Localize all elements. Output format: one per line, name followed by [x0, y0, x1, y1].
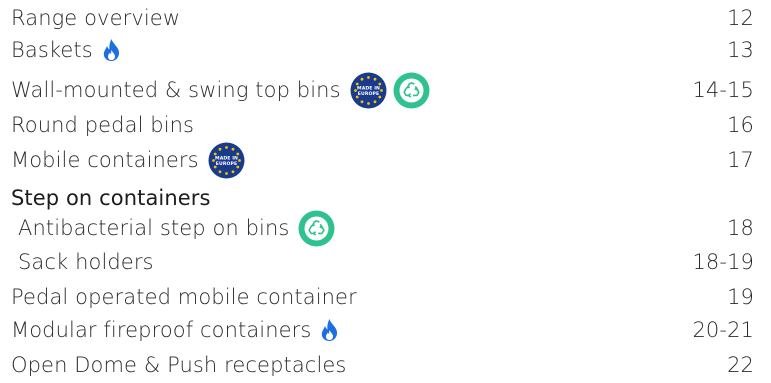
toc-title-text: Mobile containers	[11, 148, 199, 172]
toc-title: Wall-mounted & swing top bins MADE IN EU…	[0, 72, 430, 109]
toc-row-wall-mounted-swing-top[interactable]: Wall-mounted & swing top bins MADE IN EU…	[0, 72, 771, 109]
toc-title: Round pedal bins	[0, 113, 194, 137]
toc-title: Range overview	[0, 6, 180, 30]
flame-icon	[320, 318, 339, 342]
toc-row-open-dome-push-receptacles[interactable]: Open Dome & Push receptacles 22	[0, 349, 771, 381]
toc-title: Open Dome & Push receptacles	[0, 353, 346, 377]
toc-page-number: 13	[727, 38, 754, 62]
toc-title: Mobile containers MADE IN EUROPE	[0, 142, 245, 179]
toc-title: Step on containers	[0, 186, 211, 210]
toc-row-baskets[interactable]: Baskets 13	[0, 34, 771, 66]
toc-page-number: 22	[727, 353, 754, 377]
toc-title-text: Sack holders	[18, 250, 154, 274]
svg-text:MADE IN: MADE IN	[357, 85, 380, 91]
toc-page-number: 12	[727, 6, 754, 30]
svg-text:EUROPE: EUROPE	[216, 161, 237, 167]
recycle-icon	[393, 72, 430, 109]
toc-row-range-overview[interactable]: Range overview 12	[0, 2, 771, 34]
toc-row-mobile-containers[interactable]: Mobile containers MADE IN EUROPE 17	[0, 142, 771, 179]
table-of-contents: Range overview 12 Baskets 13 Wall-mounte…	[0, 0, 771, 383]
made-in-europe-icon: MADE IN EUROPE	[208, 142, 245, 179]
toc-title-text: Antibacterial step on bins	[18, 216, 290, 240]
flame-icon	[102, 38, 121, 62]
toc-page-number: 18-19	[692, 250, 754, 274]
toc-title: Antibacterial step on bins	[0, 210, 335, 247]
toc-page-number: 19	[727, 285, 754, 309]
toc-page-number: 17	[727, 148, 754, 172]
made-in-europe-icon: MADE IN EUROPE	[350, 72, 387, 109]
toc-title: Pedal operated mobile container	[0, 285, 357, 309]
svg-text:EUROPE: EUROPE	[357, 91, 378, 97]
toc-row-round-pedal-bins[interactable]: Round pedal bins 16	[0, 109, 771, 141]
svg-text:MADE IN: MADE IN	[215, 155, 238, 161]
toc-page-number: 16	[727, 113, 754, 137]
toc-title: Sack holders	[0, 250, 154, 274]
toc-title: Modular fireproof containers	[0, 318, 339, 342]
toc-title-text: Round pedal bins	[11, 113, 195, 137]
toc-page-number: 14-15	[692, 78, 754, 102]
toc-row-antibacterial-step-on-bins[interactable]: Antibacterial step on bins 18	[0, 210, 771, 247]
toc-title-text: Modular fireproof containers	[11, 318, 312, 342]
toc-page-number: 20-21	[692, 318, 754, 342]
toc-title-text: Range overview	[11, 6, 181, 30]
toc-title-text: Pedal operated mobile container	[11, 285, 357, 309]
toc-title: Baskets	[0, 38, 121, 62]
toc-title-text: Step on containers	[11, 186, 211, 210]
recycle-icon	[298, 210, 335, 247]
toc-row-sack-holders[interactable]: Sack holders 18-19	[0, 246, 771, 278]
toc-row-modular-fireproof-containers[interactable]: Modular fireproof containers 20-21	[0, 314, 771, 346]
toc-row-pedal-operated-mobile-container[interactable]: Pedal operated mobile container 19	[0, 281, 771, 313]
toc-title-text: Baskets	[11, 38, 93, 62]
toc-title-text: Open Dome & Push receptacles	[11, 353, 347, 377]
toc-title-text: Wall-mounted & swing top bins	[11, 78, 341, 102]
toc-page-number: 18	[727, 216, 754, 240]
